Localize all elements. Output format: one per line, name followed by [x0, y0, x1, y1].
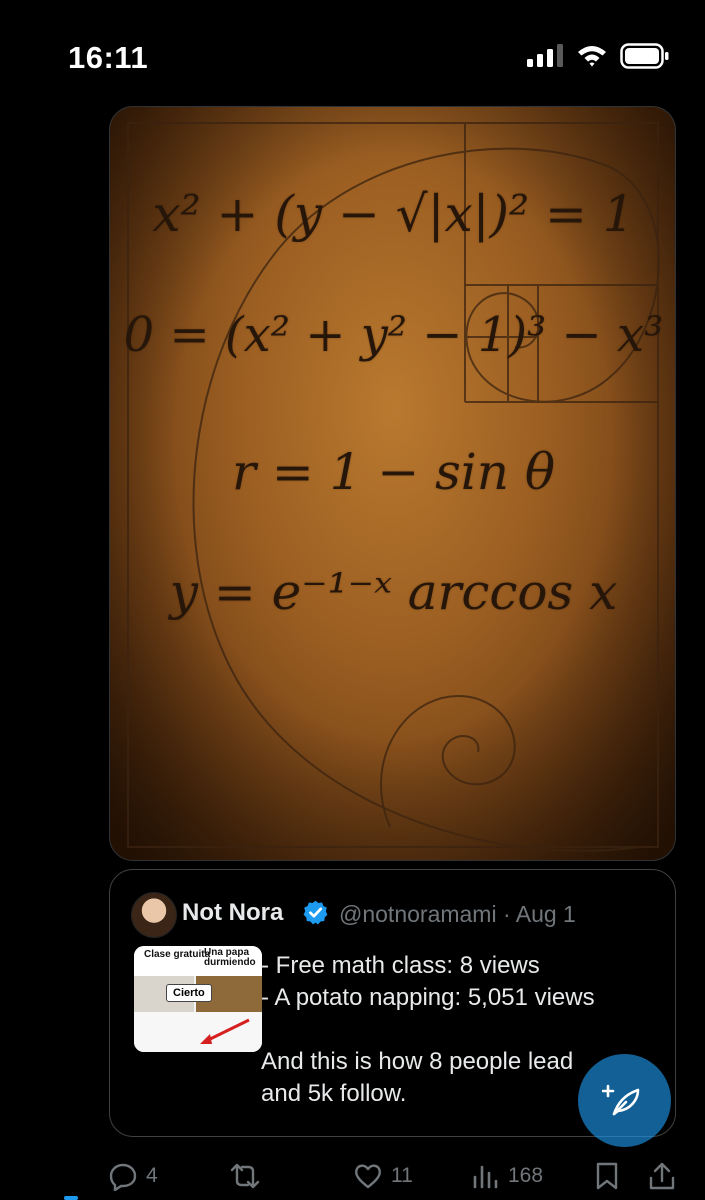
wifi-icon: [578, 46, 606, 67]
arrow-icon: [200, 1018, 250, 1044]
quoted-line-1: - Free math class: 8 views: [261, 952, 540, 979]
post-image[interactable]: x² + (y − √|x|)² = 1 0 = (x² + y² − 1)³ …: [109, 106, 676, 861]
formula-1: x² + (y − √|x|)² = 1: [152, 185, 635, 243]
formula-4: y = e⁻¹⁻ˣ arccos x: [169, 563, 618, 621]
share-button[interactable]: [647, 1159, 677, 1193]
thumb-tag-right: Una papa durmiendo: [204, 947, 256, 968]
repost-button[interactable]: [230, 1159, 260, 1193]
avatar[interactable]: [131, 892, 177, 938]
reply-icon: [109, 1163, 137, 1191]
views-icon: [473, 1165, 498, 1189]
battery-icon: [620, 43, 669, 69]
thumb-tag-left: Clase gratuita: [144, 949, 211, 960]
quoted-line-3: [261, 1014, 666, 1046]
verified-badge-icon: [303, 900, 328, 925]
status-bar: 16:11: [0, 0, 705, 110]
bookmark-icon: [596, 1162, 618, 1190]
like-icon: [355, 1164, 381, 1189]
bookmark-button[interactable]: [592, 1159, 622, 1193]
compose-button[interactable]: [578, 1054, 671, 1147]
like-count: 11: [391, 1164, 413, 1187]
repost-icon: [230, 1163, 260, 1189]
share-icon: [649, 1162, 675, 1190]
views-button[interactable]: 168: [470, 1159, 543, 1193]
reply-count: 4: [146, 1164, 158, 1187]
quoted-handle-date: @notnoramami · Aug 1: [339, 901, 576, 927]
like-button[interactable]: 11: [353, 1159, 413, 1193]
quoted-author-name[interactable]: Not Nora: [182, 899, 283, 927]
status-time: 16:11: [68, 40, 149, 75]
quoted-line-2: - A potato napping: 5,051 views: [261, 984, 595, 1011]
scroll-indicator: [64, 1196, 78, 1200]
reply-button[interactable]: 4: [108, 1159, 158, 1193]
formula-2: 0 = (x² + y² − 1)³ − x³: [123, 307, 664, 363]
view-count: 168: [508, 1164, 544, 1187]
compose-feather-icon: [601, 1084, 639, 1115]
signal-icon: [527, 44, 563, 67]
post-action-bar: 4 11 168: [0, 1152, 705, 1200]
thumb-label: Cierto: [166, 984, 212, 1002]
quoted-thumbnail[interactable]: Clase gratuita Una papa durmiendo Cierto: [134, 946, 262, 1052]
formula-3: r = 1 − sin θ: [232, 443, 555, 501]
